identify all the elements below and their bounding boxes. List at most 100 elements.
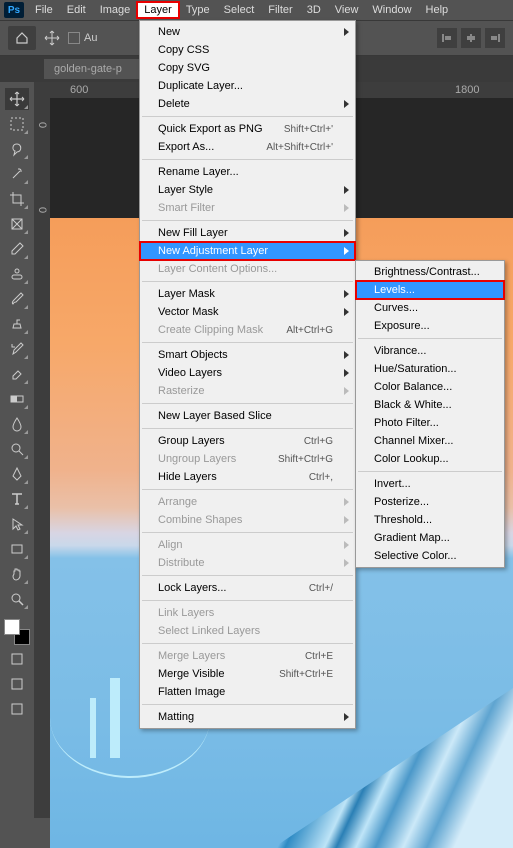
frame-tool[interactable] (5, 213, 29, 235)
eyedropper-tool[interactable] (5, 238, 29, 260)
pen-tool[interactable] (5, 463, 29, 485)
quick-mask-button[interactable] (5, 673, 29, 695)
layer-menu-item-arrange: Arrange (140, 493, 355, 511)
layer-menu-item-layer-style[interactable]: Layer Style (140, 181, 355, 199)
adjustment-menu-item-threshold[interactable]: Threshold... (356, 511, 504, 529)
adjustment-menu-item-gradient-map[interactable]: Gradient Map... (356, 529, 504, 547)
marquee-tool[interactable] (5, 113, 29, 135)
layer-menu-item-smart-objects[interactable]: Smart Objects (140, 346, 355, 364)
menubar-item-view[interactable]: View (328, 2, 366, 18)
layer-menu-item-group-layers[interactable]: Group LayersCtrl+G (140, 432, 355, 450)
align-right-button[interactable] (485, 28, 505, 48)
menu-item-label: Brightness/Contrast... (374, 266, 480, 278)
menu-shortcut: Alt+Ctrl+G (286, 325, 333, 336)
auto-select-label: Au (84, 32, 97, 44)
menubar-item-edit[interactable]: Edit (60, 2, 93, 18)
adjustment-menu-item-color-balance[interactable]: Color Balance... (356, 378, 504, 396)
brush-tool[interactable] (5, 288, 29, 310)
adjustment-menu-item-vibrance[interactable]: Vibrance... (356, 342, 504, 360)
adjustment-menu-item-curves[interactable]: Curves... (356, 299, 504, 317)
adjustment-menu-item-levels[interactable]: Levels... (356, 281, 504, 299)
auto-select-checkbox[interactable]: Au (68, 32, 97, 44)
menu-item-label: Invert... (374, 478, 411, 490)
layer-menu-item-smart-filter: Smart Filter (140, 199, 355, 217)
menu-separator (142, 428, 353, 429)
adjustment-menu-item-posterize[interactable]: Posterize... (356, 493, 504, 511)
layer-menu-item-matting[interactable]: Matting (140, 708, 355, 726)
align-center-button[interactable] (461, 28, 481, 48)
adjustment-menu-item-selective-color[interactable]: Selective Color... (356, 547, 504, 565)
dodge-tool[interactable] (5, 438, 29, 460)
menubar-item-file[interactable]: File (28, 2, 60, 18)
menubar-item-image[interactable]: Image (93, 2, 138, 18)
menu-item-label: Lock Layers... (158, 582, 226, 594)
menu-item-label: Channel Mixer... (374, 435, 453, 447)
layer-menu-item-new[interactable]: New (140, 23, 355, 41)
layer-menu-item-create-clipping-mask: Create Clipping MaskAlt+Ctrl+G (140, 321, 355, 339)
menu-item-label: Flatten Image (158, 686, 225, 698)
layer-menu-item-copy-svg[interactable]: Copy SVG (140, 59, 355, 77)
menubar-item-help[interactable]: Help (419, 2, 456, 18)
layer-menu-item-new-layer-based-slice[interactable]: New Layer Based Slice (140, 407, 355, 425)
layer-menu-item-export-as[interactable]: Export As...Alt+Shift+Ctrl+' (140, 138, 355, 156)
submenu-arrow-icon (344, 247, 349, 255)
rectangle-tool[interactable] (5, 538, 29, 560)
layer-menu-item-copy-css[interactable]: Copy CSS (140, 41, 355, 59)
menubar-item-3d[interactable]: 3D (300, 2, 328, 18)
align-left-button[interactable] (437, 28, 457, 48)
magic-wand-tool[interactable] (5, 163, 29, 185)
menu-item-label: Selective Color... (374, 550, 457, 562)
layer-menu-item-duplicate-layer[interactable]: Duplicate Layer... (140, 77, 355, 95)
menu-item-label: Hide Layers (158, 471, 217, 483)
layer-menu-item-quick-export-as-png[interactable]: Quick Export as PNGShift+Ctrl+' (140, 120, 355, 138)
spot-healing-tool[interactable] (5, 263, 29, 285)
gradient-tool[interactable] (5, 388, 29, 410)
layer-menu-item-video-layers[interactable]: Video Layers (140, 364, 355, 382)
move-tool-icon[interactable] (44, 30, 60, 46)
adjustment-menu-item-color-lookup[interactable]: Color Lookup... (356, 450, 504, 468)
color-swatch[interactable] (4, 619, 30, 645)
adjustment-menu-item-hue-saturation[interactable]: Hue/Saturation... (356, 360, 504, 378)
home-button[interactable] (8, 26, 36, 50)
adjustment-menu-item-brightness-contrast[interactable]: Brightness/Contrast... (356, 263, 504, 281)
menubar: Ps FileEditImageLayerTypeSelectFilter3DV… (0, 0, 513, 20)
move-tool[interactable] (5, 88, 29, 110)
layer-menu-item-merge-visible[interactable]: Merge VisibleShift+Ctrl+E (140, 665, 355, 683)
crop-tool[interactable] (5, 188, 29, 210)
menu-shortcut: Shift+Ctrl+' (284, 124, 333, 135)
edit-toolbar-button[interactable] (5, 648, 29, 670)
layer-menu-item-hide-layers[interactable]: Hide LayersCtrl+, (140, 468, 355, 486)
lasso-tool[interactable] (5, 138, 29, 160)
layer-menu-item-layer-mask[interactable]: Layer Mask (140, 285, 355, 303)
layer-menu-item-new-fill-layer[interactable]: New Fill Layer (140, 224, 355, 242)
hand-tool[interactable] (5, 563, 29, 585)
blur-tool[interactable] (5, 413, 29, 435)
adjustment-menu-item-exposure[interactable]: Exposure... (356, 317, 504, 335)
adjustment-menu-item-invert[interactable]: Invert... (356, 475, 504, 493)
menubar-item-layer[interactable]: Layer (137, 2, 179, 18)
menubar-item-select[interactable]: Select (217, 2, 262, 18)
type-tool[interactable] (5, 488, 29, 510)
menubar-item-filter[interactable]: Filter (261, 2, 299, 18)
menubar-item-window[interactable]: Window (365, 2, 418, 18)
ruler-vertical: 00 (34, 82, 50, 818)
adjustment-menu-item-black-white[interactable]: Black & White... (356, 396, 504, 414)
layer-menu-item-lock-layers[interactable]: Lock Layers...Ctrl+/ (140, 579, 355, 597)
history-brush-tool[interactable] (5, 338, 29, 360)
eraser-tool[interactable] (5, 363, 29, 385)
layer-menu-item-rename-layer[interactable]: Rename Layer... (140, 163, 355, 181)
layer-menu-item-vector-mask[interactable]: Vector Mask (140, 303, 355, 321)
menu-separator (142, 403, 353, 404)
screen-mode-button[interactable] (5, 698, 29, 720)
submenu-arrow-icon (344, 351, 349, 359)
layer-menu-item-new-adjustment-layer[interactable]: New Adjustment Layer (140, 242, 355, 260)
path-select-tool[interactable] (5, 513, 29, 535)
zoom-tool[interactable] (5, 588, 29, 610)
clone-stamp-tool[interactable] (5, 313, 29, 335)
layer-menu-item-flatten-image[interactable]: Flatten Image (140, 683, 355, 701)
adjustment-menu-item-photo-filter[interactable]: Photo Filter... (356, 414, 504, 432)
adjustment-menu-item-channel-mixer[interactable]: Channel Mixer... (356, 432, 504, 450)
layer-menu-item-delete[interactable]: Delete (140, 95, 355, 113)
layer-menu-item-rasterize: Rasterize (140, 382, 355, 400)
menubar-item-type[interactable]: Type (179, 2, 217, 18)
